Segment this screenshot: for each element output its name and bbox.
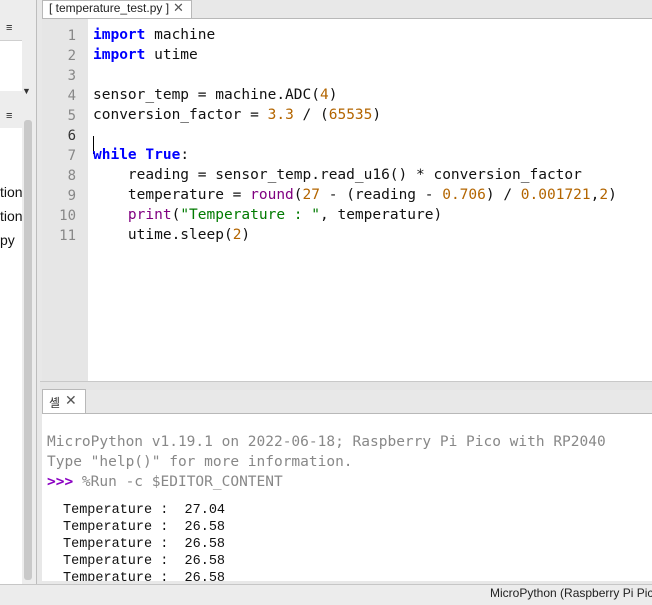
code-text: ( [293,187,303,203]
shell-command: %Run -c $EDITOR_CONTENT [73,474,283,490]
line-number: 9 [67,188,76,204]
code-text: ) [372,107,382,123]
line-number: 5 [67,108,76,124]
code-text: temperature = [93,187,251,203]
close-icon[interactable]: ✕ [65,392,77,409]
left-panel-bottom: ≡ tion tion py [0,100,37,584]
list-item[interactable]: tion [0,208,22,224]
number-literal: 65535 [328,107,373,123]
code-line: import machine [93,27,215,43]
code-line: sensor_temp = machine.ADC(4) [93,87,337,103]
interpreter-label[interactable]: MicroPython (Raspberry Pi Pico) [490,586,652,600]
chevron-down-icon[interactable]: ▼ [22,86,31,96]
code-text: , temperature) [320,207,443,223]
tab-label: 셸 [49,396,61,410]
code-line: conversion_factor = 3.3 / (65535) [93,107,381,123]
left-panel-top-content [0,40,22,91]
shell-output-line: Temperature : 26.58 [63,520,226,535]
line-number: 4 [67,88,76,104]
number-literal: 0.001721 [520,187,591,203]
tab-shell[interactable]: 셸 ✕ [42,389,86,414]
code-text: - (reading - [320,187,443,203]
number-literal: 2 [599,187,609,203]
menu-icon[interactable]: ≡ [6,22,12,34]
shell-command-line: >>> %Run -c $EDITOR_CONTENT [47,474,283,490]
shell-output-line: Temperature : 26.58 [63,554,226,569]
line-number-gutter: 1 2 3 4 5 6 7 8 9 10 11 [42,19,88,382]
code-text: ( [171,207,181,223]
code-text: ) [328,87,338,103]
menu-icon[interactable]: ≡ [6,110,12,122]
list-item[interactable]: py [0,232,15,248]
scrollbar[interactable] [24,120,32,580]
code-text: ) [241,227,251,243]
line-number: 6 [67,128,76,144]
line-number: 3 [67,68,76,84]
code-text: machine [145,27,216,43]
status-bar: MicroPython (Raspberry Pi Pico) [0,584,652,605]
keyword: True [145,147,181,163]
line-number: 11 [59,228,76,244]
code-editor[interactable]: 1 2 3 4 5 6 7 8 9 10 11 import machine i… [42,18,652,382]
pane-splitter[interactable] [40,381,652,390]
line-number: 7 [67,148,76,164]
code-line: reading = sensor_temp.read_u16() * conve… [93,167,582,183]
string-literal: "Temperature : " [180,207,320,223]
code-line: temperature = round(27 - (reading - 0.70… [93,187,617,203]
code-text: utime.sleep( [93,227,233,243]
code-text: conversion_factor = [93,107,268,123]
shell-output-line: Temperature : 26.58 [63,537,226,552]
tab-label: [ temperature_test.py ] [49,1,170,15]
shell-banner: Type "help()" for more information. [47,454,353,470]
number-literal: 0.706 [442,187,486,203]
shell-output-line: Temperature : 27.04 [63,503,226,518]
code-text: : [180,147,190,163]
code-text: sensor_temp = machine.ADC( [93,87,320,103]
code-line: import utime [93,47,198,63]
code-text: utime [145,47,198,63]
close-icon[interactable]: ✕ [173,0,184,16]
line-number: 1 [67,28,76,44]
code-text: / ( [293,107,329,123]
tab-temperature-test[interactable]: [ temperature_test.py ] ✕ [42,0,192,19]
left-panel-top: ≡ ▼ [0,0,37,100]
shell-prompt: >>> [47,474,74,490]
line-number: 8 [67,168,76,184]
number-literal: 4 [319,87,329,103]
number-literal: 27 [302,187,320,203]
list-item[interactable]: tion [0,184,22,200]
code-line: while True: [93,147,189,163]
builtin: round [250,187,294,203]
code-line: print("Temperature : ", temperature) [93,207,442,223]
keyword: while [93,147,137,163]
code-text: ) [608,187,617,203]
code-text: ) / [485,187,521,203]
number-literal: 3.3 [267,107,294,123]
shell-console[interactable]: MicroPython v1.19.1 on 2022-06-18; Raspb… [42,413,652,581]
builtin: print [127,207,172,223]
keyword: import [93,27,146,43]
line-number: 10 [59,208,76,224]
left-panel-list: tion tion py [0,128,22,584]
code-line: utime.sleep(2) [93,227,250,243]
line-number: 2 [67,48,76,64]
keyword: import [93,47,146,63]
shell-banner: MicroPython v1.19.1 on 2022-06-18; Raspb… [47,434,606,450]
shell-output-line: Temperature : 26.58 [63,571,226,581]
